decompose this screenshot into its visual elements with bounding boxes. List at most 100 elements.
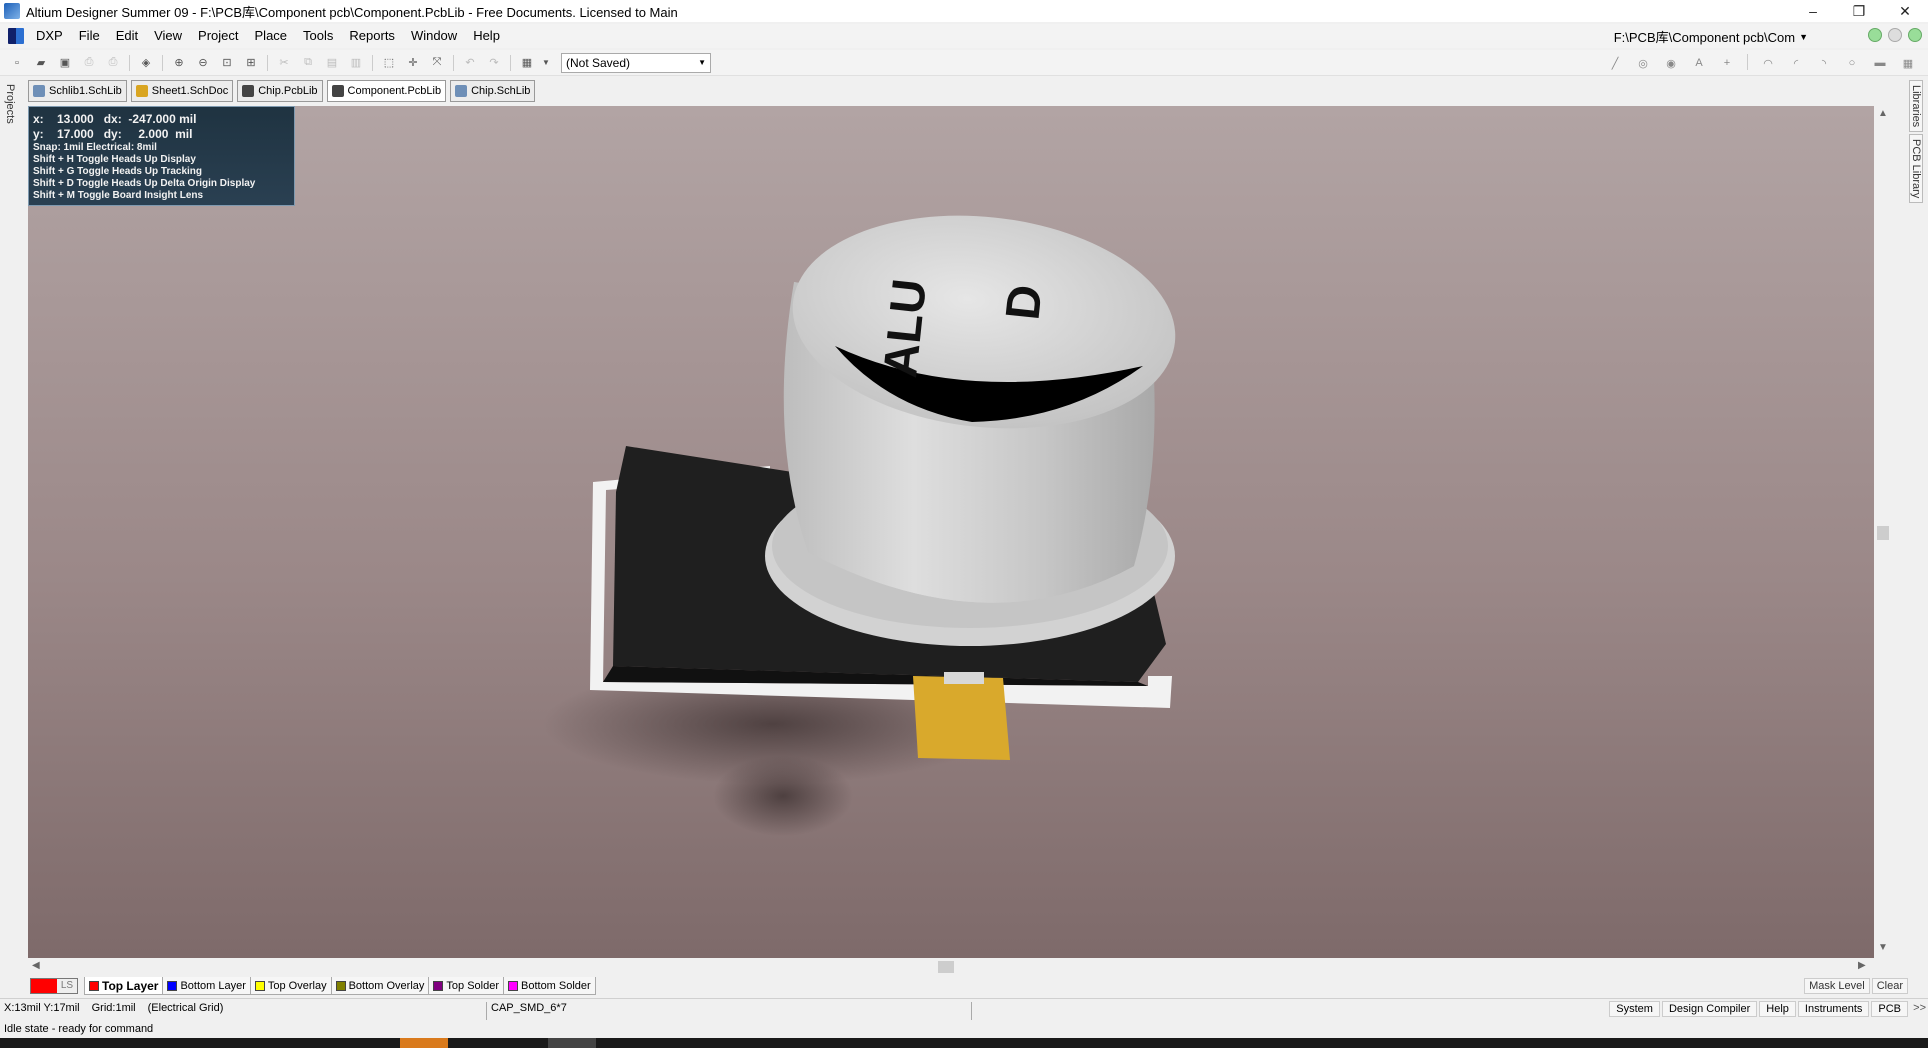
menu-place[interactable]: Place bbox=[247, 24, 296, 48]
scroll-up-icon[interactable]: ▲ bbox=[1878, 108, 1888, 119]
print-icon[interactable]: ⎙ bbox=[80, 54, 98, 72]
projects-panel-tab[interactable]: Projects bbox=[4, 80, 16, 128]
pcb-library-panel-tab[interactable]: PCB Library bbox=[1909, 134, 1923, 204]
open-folder-icon[interactable]: ▰ bbox=[32, 54, 50, 72]
status-bar: X:13mil Y:17mil Grid:1mil (Electrical Gr… bbox=[0, 998, 1928, 1020]
layer-tab-bottom-solder[interactable]: Bottom Solder bbox=[503, 977, 596, 995]
copy-icon[interactable]: ⧉ bbox=[299, 54, 317, 72]
menu-view[interactable]: View bbox=[146, 24, 190, 48]
layer-tab-top-layer[interactable]: Top Layer bbox=[84, 977, 164, 995]
menu-project[interactable]: Project bbox=[190, 24, 246, 48]
move-icon[interactable]: ✛ bbox=[404, 54, 422, 72]
menu-bar: DXP File Edit View Project Place Tools R… bbox=[0, 24, 1928, 48]
home-icon[interactable] bbox=[1908, 28, 1922, 42]
minimize-button[interactable]: – bbox=[1790, 0, 1836, 22]
grid-icon[interactable]: ▦ bbox=[518, 54, 536, 72]
scroll-down-icon[interactable]: ▼ bbox=[1878, 942, 1888, 953]
layer-tab-bottom-layer[interactable]: Bottom Layer bbox=[162, 977, 251, 995]
zoom-out-icon[interactable]: ⊖ bbox=[194, 54, 212, 72]
doc-tab-sheet1[interactable]: Sheet1.SchDoc bbox=[130, 80, 234, 102]
fill-icon[interactable]: ▬ bbox=[1871, 54, 1889, 72]
hud-x-coord: x: 13.000 dx: -247.000 mil bbox=[33, 112, 197, 126]
view-config-select[interactable]: (Not Saved) ▼ bbox=[561, 52, 711, 73]
paste-icon[interactable]: ▤ bbox=[323, 54, 341, 72]
rubber-stamp-icon[interactable]: ▥ bbox=[347, 54, 365, 72]
doc-tab-chip-pcblib[interactable]: Chip.PcbLib bbox=[237, 80, 323, 102]
select-area-icon[interactable]: ⬚ bbox=[380, 54, 398, 72]
close-button[interactable]: ✕ bbox=[1882, 0, 1928, 22]
horizontal-scroll-thumb[interactable] bbox=[938, 961, 954, 973]
instruments-panel-button[interactable]: Instruments bbox=[1797, 1001, 1870, 1017]
cut-icon[interactable]: ✂ bbox=[275, 54, 293, 72]
menu-edit[interactable]: Edit bbox=[108, 24, 146, 48]
layer-color-swatch bbox=[167, 980, 178, 991]
layer-tab-bottom-overlay[interactable]: Bottom Overlay bbox=[330, 977, 430, 995]
doc-tab-chip-schlib[interactable]: Chip.SchLib bbox=[450, 80, 536, 102]
libraries-panel-tab[interactable]: Libraries bbox=[1909, 80, 1923, 133]
toolbar-separator bbox=[1747, 54, 1748, 70]
title-bar: Altium Designer Summer 09 - F:\PCB库\Comp… bbox=[0, 0, 1928, 22]
zoom-selected-icon[interactable]: ⊞ bbox=[242, 54, 260, 72]
redo-icon[interactable]: ↷ bbox=[485, 54, 503, 72]
full-circle-icon[interactable]: ○ bbox=[1843, 54, 1861, 72]
forward-icon[interactable] bbox=[1888, 28, 1902, 42]
heads-up-display: x: 13.000 dx: -247.000 mil y: 17.000 dy:… bbox=[28, 106, 295, 206]
horizontal-scrollbar[interactable]: ◀ ▶ bbox=[28, 958, 1874, 976]
back-icon[interactable] bbox=[1868, 28, 1882, 42]
via-icon[interactable]: ◉ bbox=[1662, 54, 1680, 72]
scroll-right-icon[interactable]: ▶ bbox=[1858, 960, 1866, 971]
toolbar-separator bbox=[267, 54, 268, 71]
help-panel-button[interactable]: Help bbox=[1759, 1001, 1796, 1017]
pcblib-doc-icon bbox=[242, 85, 255, 97]
taskbar-item-active[interactable] bbox=[400, 1038, 448, 1048]
layer-color-swatch bbox=[89, 980, 99, 991]
clear-button[interactable]: Clear bbox=[1871, 978, 1908, 994]
doc-tab-component-pcblib[interactable]: Component.PcbLib bbox=[326, 80, 447, 102]
menu-help[interactable]: Help bbox=[465, 24, 508, 48]
layer-tab-label: Bottom Layer bbox=[180, 979, 246, 992]
3d-view-icon[interactable]: ◈ bbox=[137, 54, 155, 72]
layer-tab-top-solder[interactable]: Top Solder bbox=[428, 977, 504, 995]
arc-edge-icon[interactable]: ◜ bbox=[1787, 54, 1805, 72]
zoom-fit-icon[interactable]: ⊡ bbox=[218, 54, 236, 72]
hud-shortcut: Shift + H Toggle Heads Up Display bbox=[33, 154, 196, 165]
deselect-icon[interactable]: ⤧ bbox=[428, 54, 446, 72]
scroll-left-icon[interactable]: ◀ bbox=[32, 960, 40, 971]
vertical-scrollbar[interactable]: ▲ ▼ bbox=[1874, 106, 1892, 958]
pcblib-doc-icon bbox=[331, 85, 344, 97]
arc-center-icon[interactable]: ◠ bbox=[1759, 54, 1777, 72]
design-compiler-panel-button[interactable]: Design Compiler bbox=[1661, 1001, 1758, 1017]
menu-file[interactable]: File bbox=[71, 24, 108, 48]
layer-tab-label: Top Layer bbox=[102, 978, 159, 993]
pcb-panel-button[interactable]: PCB bbox=[1871, 1001, 1908, 1017]
system-panel-button[interactable]: System bbox=[1609, 1001, 1660, 1017]
string-icon[interactable]: A bbox=[1690, 54, 1708, 72]
layer-set-button[interactable]: LS bbox=[30, 978, 78, 994]
array-paste-icon[interactable]: ▦ bbox=[1899, 54, 1917, 72]
restore-button[interactable]: ❐ bbox=[1836, 0, 1882, 22]
altium-app-icon bbox=[4, 3, 20, 19]
doc-tab-schlib1[interactable]: Schlib1.SchLib bbox=[28, 80, 127, 102]
pcb-3d-viewport[interactable]: ALU D x: 13.000 dx: -247.000 mil y: 17.0… bbox=[28, 106, 1874, 958]
document-path-dropdown[interactable]: F:\PCB库\Component pcb\Com ▼ bbox=[1614, 27, 1808, 46]
pad-icon[interactable]: ◎ bbox=[1634, 54, 1652, 72]
menu-tools[interactable]: Tools bbox=[295, 24, 341, 48]
chevron-down-icon[interactable]: ▼ bbox=[542, 54, 550, 72]
save-icon[interactable]: ▣ bbox=[56, 54, 74, 72]
menu-reports[interactable]: Reports bbox=[341, 24, 403, 48]
more-panels-chevron[interactable]: >> bbox=[1913, 1002, 1926, 1014]
coordinate-icon[interactable]: + bbox=[1718, 54, 1736, 72]
menu-dxp[interactable]: DXP bbox=[28, 24, 71, 48]
arc-any-icon[interactable]: ◝ bbox=[1815, 54, 1833, 72]
layer-tab-top-overlay[interactable]: Top Overlay bbox=[249, 977, 332, 995]
menu-window[interactable]: Window bbox=[403, 24, 465, 48]
new-file-icon[interactable]: ▫ bbox=[8, 54, 26, 72]
print-preview-icon[interactable]: ⎙ bbox=[104, 54, 122, 72]
mask-level-button[interactable]: Mask Level bbox=[1804, 978, 1870, 994]
taskbar-item[interactable] bbox=[548, 1038, 596, 1048]
vertical-scroll-thumb[interactable] bbox=[1877, 526, 1889, 540]
undo-icon[interactable]: ↶ bbox=[461, 54, 479, 72]
zoom-in-icon[interactable]: ⊕ bbox=[170, 54, 188, 72]
hud-y-coord: y: 17.000 dy: 2.000 mil bbox=[33, 127, 193, 141]
line-icon[interactable]: ╱ bbox=[1606, 54, 1624, 72]
